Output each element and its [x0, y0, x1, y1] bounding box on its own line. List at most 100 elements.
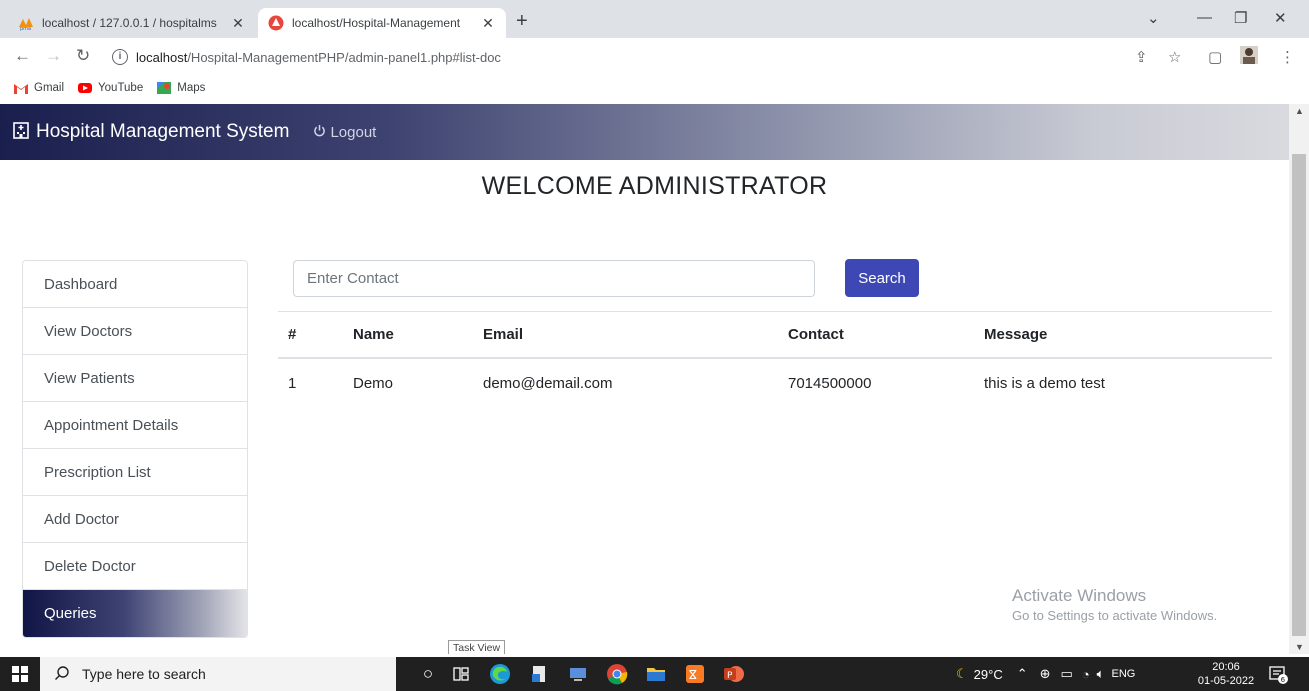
battery-icon[interactable]: ▭: [1061, 666, 1073, 682]
address-bar[interactable]: i localhost/Hospital-ManagementPHP/admin…: [112, 42, 1282, 72]
site-info-icon[interactable]: i: [112, 49, 128, 65]
sidebar-menu: Dashboard View Doctors View Patients App…: [22, 260, 248, 638]
bookmark-maps[interactable]: Maps: [157, 82, 205, 94]
reload-icon[interactable]: ↻: [76, 46, 90, 66]
svg-text:ⴵ: ⴵ: [689, 668, 697, 682]
url-host: localhost: [136, 49, 188, 65]
restore-icon[interactable]: ❐: [1234, 9, 1247, 27]
show-hidden-icons-chevron-icon[interactable]: ⌃: [1017, 666, 1028, 682]
volume-icon[interactable]: 🔈︎: [1097, 666, 1105, 682]
cortana-icon[interactable]: ○: [416, 662, 440, 686]
site-favicon-icon: [268, 15, 284, 31]
computer-app-icon[interactable]: [566, 662, 590, 686]
scroll-up-icon[interactable]: ▲: [1295, 106, 1304, 116]
browser-tab-phpmyadmin[interactable]: pma localhost / 127.0.0.1 / hospitalms ✕: [8, 8, 256, 38]
cell-contact: 7014500000: [788, 374, 872, 392]
file-explorer-icon[interactable]: [644, 662, 668, 686]
cell-name: Demo: [353, 374, 394, 392]
sidebar-item-dashboard[interactable]: Dashboard: [23, 261, 247, 308]
windows-taskbar: Type here to search ○ ⴵ P ☾ 29°C ⌃ ⊕ ▭ ◔…: [0, 657, 1309, 691]
chrome-icon[interactable]: [605, 662, 629, 686]
column-header-index: #: [288, 326, 297, 343]
tab-title: localhost / 127.0.0.1 / hospitalms: [42, 16, 217, 30]
cell-index: 1: [288, 374, 297, 392]
watermark-title: Activate Windows: [1012, 586, 1147, 605]
logout-link[interactable]: Logout: [313, 124, 376, 141]
column-header-message: Message: [984, 326, 1048, 343]
back-icon[interactable]: ←: [14, 46, 31, 66]
logout-label: Logout: [330, 123, 377, 141]
weather-moon-icon[interactable]: ☾: [956, 666, 968, 682]
file-explorer-doc-icon[interactable]: [527, 662, 551, 686]
forward-icon[interactable]: →: [45, 46, 62, 66]
svg-text:pma: pma: [20, 26, 31, 31]
task-view-tooltip: Task View: [448, 640, 506, 654]
column-header-email: Email: [483, 326, 524, 343]
bookmark-label: YouTube: [98, 82, 144, 94]
browser-tab-hospital[interactable]: localhost/Hospital-Management ✕: [258, 8, 506, 38]
search-button[interactable]: Search: [845, 259, 919, 297]
bookmark-youtube[interactable]: YouTube: [78, 82, 143, 94]
close-tab-icon[interactable]: ✕: [230, 15, 246, 32]
close-tab-icon[interactable]: ✕: [480, 15, 496, 32]
sidebar-item-prescription-list[interactable]: Prescription List: [23, 449, 247, 496]
windows-start-icon[interactable]: [12, 666, 28, 682]
page-viewport: Hospital Management System Logout WELCOM…: [0, 104, 1289, 654]
top-navbar: Hospital Management System Logout: [0, 104, 1289, 160]
search-icon: [54, 665, 70, 684]
sidebar-item-view-patients[interactable]: View Patients: [23, 355, 247, 402]
menu-kebab-icon[interactable]: ⋮: [1280, 48, 1295, 66]
sidebar-item-add-doctor[interactable]: Add Doctor: [23, 496, 247, 543]
watermark-subtitle: Go to Settings to activate Windows.: [1012, 608, 1218, 623]
network-meet-icon[interactable]: ⊕: [1040, 666, 1051, 682]
xampp-icon[interactable]: ⴵ: [683, 662, 707, 686]
bookmark-gmail[interactable]: Gmail: [14, 82, 64, 94]
close-window-icon[interactable]: ✕: [1274, 9, 1287, 27]
bookmark-label: Maps: [177, 82, 206, 94]
brand-title: Hospital Management System: [36, 121, 290, 142]
scroll-down-icon[interactable]: ▼: [1295, 642, 1304, 652]
column-header-name: Name: [353, 326, 394, 343]
svg-text:P: P: [727, 671, 733, 681]
page-scrollbar[interactable]: ▲ ▼: [1289, 104, 1309, 654]
edge-icon[interactable]: [488, 662, 512, 686]
cell-message: this is a demo test: [984, 374, 1105, 392]
system-tray: ☾ 29°C ⌃ ⊕ ▭ ◔ 🔈︎ ENG: [956, 657, 1135, 691]
sidebar-item-view-doctors[interactable]: View Doctors: [23, 308, 247, 355]
sidebar-item-delete-doctor[interactable]: Delete Doctor: [23, 543, 247, 590]
clock-date: 01-05-2022: [1197, 675, 1255, 687]
task-view-icon[interactable]: [449, 662, 473, 686]
powerpoint-icon[interactable]: P: [722, 662, 746, 686]
taskbar-search-placeholder: Type here to search: [82, 666, 206, 682]
sidebar-item-queries[interactable]: Queries: [23, 590, 247, 637]
sidebar-item-appointment-details[interactable]: Appointment Details: [23, 402, 247, 449]
notification-center-icon[interactable]: 6: [1266, 662, 1290, 686]
bookmark-label: Gmail: [34, 82, 65, 94]
weather-temperature[interactable]: 29°C: [974, 667, 1003, 682]
browser-toolbar: ← → ↻ i localhost/Hospital-ManagementPHP…: [0, 38, 1309, 76]
phpmyadmin-icon: pma: [18, 15, 34, 32]
gmail-icon: [14, 82, 28, 94]
contact-search-input[interactable]: Enter Contact: [293, 260, 815, 297]
power-icon: [313, 124, 326, 141]
queries-table: # Name Email Contact Message 1 Demo demo…: [278, 311, 1272, 407]
wifi-icon[interactable]: ◔: [1082, 667, 1090, 682]
cell-email: demo@demail.com: [483, 374, 613, 392]
bookmark-star-icon[interactable]: ☆: [1168, 48, 1181, 66]
tab-search-chevron-icon[interactable]: ⌄: [1147, 9, 1160, 27]
brand[interactable]: Hospital Management System: [12, 121, 289, 144]
minimize-icon[interactable]: —: [1197, 9, 1212, 26]
url-path: /Hospital-ManagementPHP/admin-panel1.php…: [187, 49, 501, 65]
table-row: 1 Demo demo@demail.com 7014500000 this i…: [278, 359, 1272, 407]
new-tab-icon[interactable]: +: [516, 10, 528, 33]
share-icon[interactable]: ⇪: [1135, 48, 1148, 66]
youtube-icon: [78, 82, 93, 94]
taskbar-search-box[interactable]: Type here to search: [40, 657, 396, 691]
side-panel-icon[interactable]: ▢: [1208, 48, 1222, 66]
hospital-icon: [12, 121, 30, 144]
maps-icon: [157, 82, 172, 94]
language-indicator[interactable]: ENG: [1111, 668, 1135, 680]
taskbar-clock[interactable]: 20:06 01-05-2022: [1196, 660, 1256, 688]
scrollbar-thumb[interactable]: [1292, 154, 1306, 636]
profile-avatar[interactable]: [1240, 46, 1258, 68]
